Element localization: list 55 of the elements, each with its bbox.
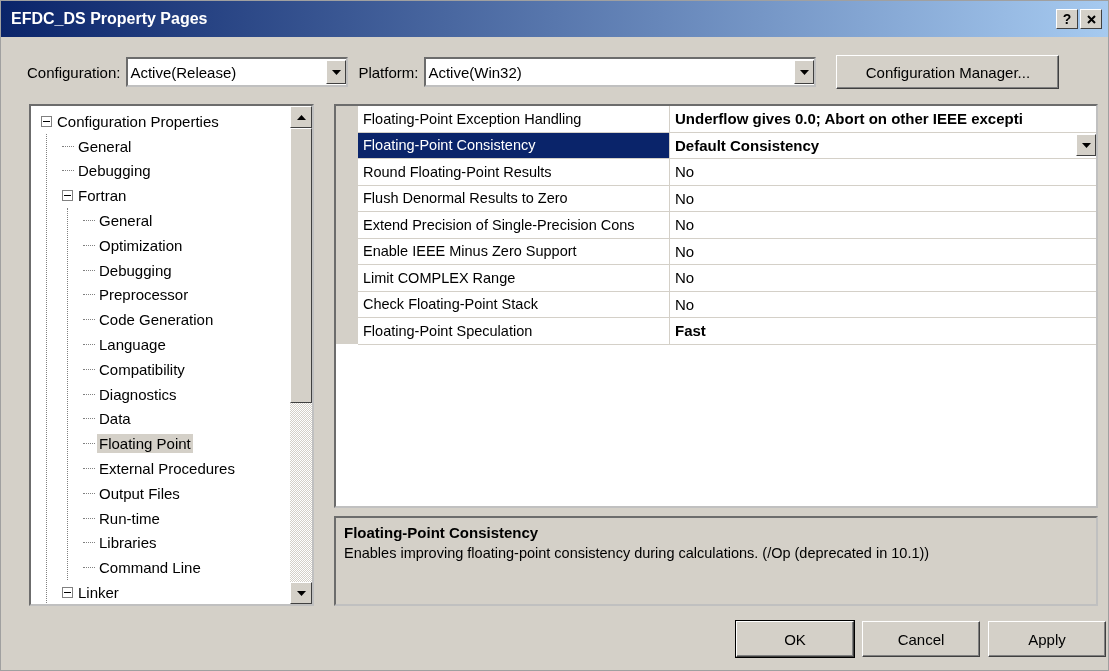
tree-item[interactable]: Linker — [76, 583, 121, 603]
platform-dropdown[interactable]: Active(Win32) — [424, 57, 817, 87]
close-button[interactable] — [1080, 9, 1102, 29]
tree-item[interactable]: Code Generation — [97, 310, 216, 330]
property-value[interactable]: No — [670, 212, 1096, 238]
scroll-thumb[interactable] — [290, 128, 312, 403]
tree-item[interactable]: Language — [97, 335, 168, 355]
description-title: Floating-Point Consistency — [344, 524, 540, 541]
configuration-label: Configuration: — [27, 63, 121, 81]
collapse-toggle[interactable] — [62, 190, 73, 202]
configuration-dropdown[interactable]: Active(Release) — [126, 57, 349, 87]
property-value[interactable]: Fast — [670, 318, 1096, 344]
configuration-manager-button[interactable]: Configuration Manager... — [836, 55, 1060, 89]
property-value[interactable]: Default Consistency — [670, 132, 1096, 158]
dropdown-button[interactable] — [1076, 134, 1096, 157]
platform-label: Platform: — [358, 63, 419, 81]
down-arrow-icon — [296, 590, 306, 596]
collapse-toggle[interactable] — [41, 115, 52, 127]
tree-item[interactable]: Debugging — [97, 260, 174, 280]
tree-item[interactable]: Optimization — [97, 235, 185, 255]
tree-item[interactable]: Run-time — [97, 508, 162, 528]
property-value[interactable]: No — [670, 159, 1096, 185]
tree-item[interactable]: Command Line — [97, 558, 203, 578]
dialog-button[interactable]: OK — [736, 621, 854, 657]
down-arrow-icon — [331, 69, 341, 75]
window-title: EFDC_DS Property Pages — [11, 10, 209, 28]
tree-item[interactable]: Configuration Properties — [55, 111, 221, 131]
tree-item[interactable]: Libraries — [97, 533, 159, 553]
property-value[interactable]: No — [670, 238, 1096, 264]
scrollbar[interactable] — [290, 106, 312, 604]
property-value[interactable]: No — [670, 265, 1096, 291]
tree-item[interactable]: External Procedures — [97, 459, 237, 479]
up-arrow-icon — [296, 114, 306, 120]
collapse-toggle[interactable] — [62, 587, 73, 599]
dialog-button[interactable]: Cancel — [862, 621, 980, 657]
tree-item[interactable]: Diagnostics — [97, 384, 179, 404]
tree-item[interactable]: Output Files — [97, 483, 182, 503]
dialog-button[interactable]: Apply — [988, 621, 1106, 657]
property-value[interactable]: Underflow gives 0.0; Abort on other IEEE excepti — [670, 106, 1096, 132]
property-value[interactable]: No — [670, 291, 1096, 317]
tree-item[interactable]: General — [76, 136, 134, 156]
help-button[interactable]: ? — [1056, 9, 1078, 29]
tree-item[interactable]: Debugging — [76, 161, 153, 181]
tree-item[interactable]: Floating Point — [97, 434, 193, 454]
property-name[interactable]: Floating-Point Consistency — [358, 132, 670, 158]
down-arrow-icon — [799, 69, 809, 75]
close-icon — [1086, 14, 1096, 24]
tree-item[interactable]: Preprocessor — [97, 285, 191, 305]
description-text: Enables improving floating-point consistency during calculations. (/Op (deprecated in 10.1)) — [344, 545, 931, 561]
down-arrow-icon — [1081, 142, 1091, 148]
tree-item[interactable]: General — [97, 211, 155, 231]
tree-item[interactable]: Compatibility — [97, 359, 187, 379]
tree-item[interactable]: Data — [97, 409, 133, 429]
tree-item[interactable]: Fortran — [76, 186, 129, 206]
property-value[interactable]: No — [670, 185, 1096, 211]
